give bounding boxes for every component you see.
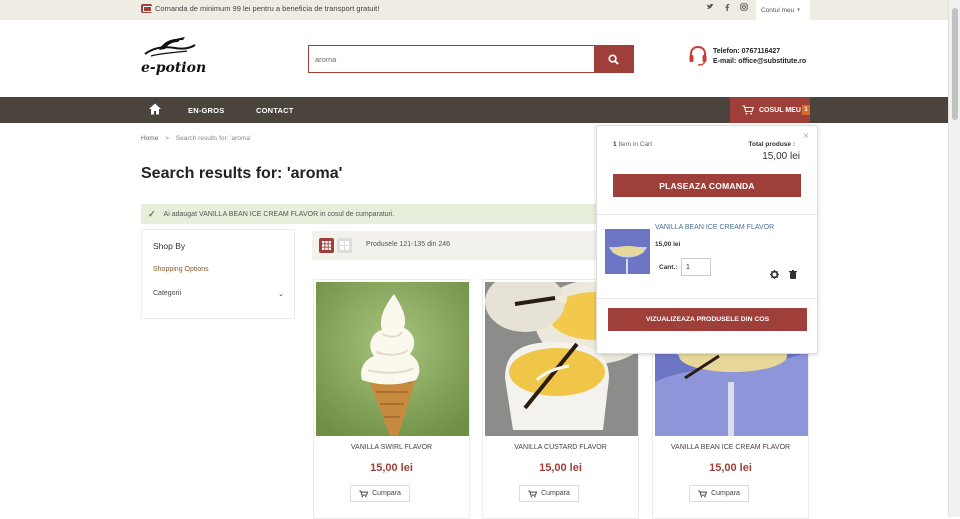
product-count: Produsele 121-135 din 246	[366, 241, 451, 248]
grid-view-button[interactable]	[319, 238, 334, 253]
chevron-down-icon[interactable]: ⌄	[278, 290, 284, 298]
add-to-cart-button[interactable]: Cumpara	[350, 485, 410, 502]
list-view-button[interactable]	[337, 238, 352, 253]
social-links	[706, 3, 748, 13]
search-button[interactable]	[594, 46, 633, 72]
cart-icon	[742, 105, 754, 115]
truck-icon	[141, 4, 152, 13]
cart-item-price: 15,00 lei	[655, 241, 681, 248]
cart-item-label: Item in Cart	[618, 141, 653, 148]
list-icon	[340, 241, 349, 250]
email-label: E-mail:	[713, 58, 737, 65]
page-scrollbar[interactable]	[948, 0, 960, 517]
cart-icon	[698, 490, 708, 497]
cart-item-count: 1 Item in Cart	[613, 141, 652, 148]
scrollbar-thumb[interactable]	[952, 8, 958, 120]
breadcrumb-home-link[interactable]: Home	[141, 135, 158, 142]
breadcrumb-current: Search results for: 'aroma'	[175, 135, 252, 142]
breadcrumb: Home > Search results for: 'aroma'	[141, 135, 251, 142]
product-card[interactable]: VANILLA SWIRL FLAVOR 15,00 lei Cumpara	[313, 279, 470, 519]
cart-icon	[528, 490, 538, 497]
grid-icon	[322, 241, 331, 250]
cart-count-badge: 1	[802, 105, 810, 115]
home-icon	[149, 103, 161, 115]
quantity-label: Cant.:	[659, 264, 678, 271]
cart-total-label: Total produse :	[748, 141, 795, 148]
add-to-cart-label: Cumpara	[711, 490, 740, 497]
add-to-cart-label: Cumpara	[541, 490, 570, 497]
phone-number[interactable]: 0767116427	[742, 48, 781, 55]
success-message: ✓ Ai adaugat VANILLA BEAN ICE CREAM FLAV…	[141, 204, 611, 224]
sidebar-title: Shop By	[153, 241, 186, 251]
account-label: Contul meu	[761, 6, 795, 14]
contact-info: Telefon: 0767116427 E-mail: office@subst…	[713, 47, 806, 67]
add-to-cart-button[interactable]: Cumpara	[689, 485, 749, 502]
filter-sidebar: Shop By Shopping Options Categorii ⌄	[141, 229, 295, 319]
cart-total-value: 15,00 lei	[762, 151, 800, 162]
add-to-cart-label: Cumpara	[372, 490, 401, 497]
email-address[interactable]: office@substitute.ro	[738, 58, 806, 65]
product-name[interactable]: VANILLA BEAN ICE CREAM FLAVOR	[653, 444, 808, 451]
shopping-options-label: Shopping Options	[153, 266, 209, 273]
product-image-vanilla-swirl[interactable]	[316, 282, 469, 436]
cart-icon	[359, 490, 369, 497]
view-cart-button[interactable]: VIZUALIZEAZA PRODUSELE DIN COS	[608, 308, 807, 331]
twitter-icon[interactable]	[706, 3, 714, 13]
facebook-icon[interactable]	[723, 3, 731, 13]
chevron-down-icon: ▾	[797, 7, 800, 13]
product-toolbar: Produsele 121-135 din 246	[312, 231, 612, 260]
search-icon	[608, 53, 619, 65]
success-text: Ai adaugat VANILLA BEAN ICE CREAM FLAVOR…	[163, 210, 395, 218]
checkout-button[interactable]: PLASEAZA COMANDA	[613, 174, 801, 197]
cart-item-name[interactable]: VANILLA BEAN ICE CREAM FLAVOR	[655, 224, 774, 231]
breadcrumb-separator: >	[165, 135, 169, 142]
quantity-input[interactable]: 1	[681, 258, 711, 276]
category-filter-toggle[interactable]: Categorii	[153, 290, 181, 297]
cart-item-thumbnail[interactable]	[605, 229, 650, 274]
top-bar: Comanda de minimum 99 lei pentru a benef…	[0, 0, 948, 20]
headset-icon	[688, 45, 708, 67]
product-name[interactable]: VANILLA CUSTARD FLAVOR	[483, 444, 638, 451]
nav-home-link[interactable]	[148, 102, 162, 121]
close-icon[interactable]: ×	[803, 131, 809, 142]
instagram-icon[interactable]	[740, 3, 748, 13]
nav-item-en-gros[interactable]: EN-GROS	[188, 106, 224, 115]
page-title: Search results for: 'aroma'	[141, 165, 343, 182]
search-input[interactable]	[309, 46, 595, 72]
promo-banner: Comanda de minimum 99 lei pentru a benef…	[141, 4, 379, 13]
divider	[597, 298, 817, 299]
product-price: 15,00 lei	[370, 462, 413, 474]
nav-item-contact[interactable]: CONTACT	[256, 106, 294, 115]
main-nav: EN-GROS CONTACT COSUL MEU 1	[0, 97, 948, 123]
add-to-cart-button[interactable]: Cumpara	[519, 485, 579, 502]
product-name[interactable]: VANILLA SWIRL FLAVOR	[314, 444, 469, 451]
trash-icon[interactable]	[789, 266, 797, 284]
checkmark-icon: ✓	[148, 208, 156, 219]
cart-button[interactable]: COSUL MEU 1	[730, 97, 810, 123]
search-box	[308, 45, 634, 73]
mini-cart-dropdown: × 1 Item in Cart Total produse : 15,00 l…	[596, 125, 818, 354]
gear-icon[interactable]	[770, 266, 779, 284]
phone-label: Telefon:	[713, 48, 740, 55]
product-price: 15,00 lei	[539, 462, 582, 474]
promo-text: Comanda de minimum 99 lei pentru a benef…	[155, 4, 380, 13]
logo-text: e-potion	[141, 60, 207, 76]
cart-item-number: 1	[613, 141, 617, 148]
cart-label: COSUL MEU	[759, 106, 801, 114]
account-dropdown[interactable]: Contul meu ▾	[756, 0, 810, 20]
divider	[597, 214, 817, 215]
product-price: 15,00 lei	[709, 462, 752, 474]
